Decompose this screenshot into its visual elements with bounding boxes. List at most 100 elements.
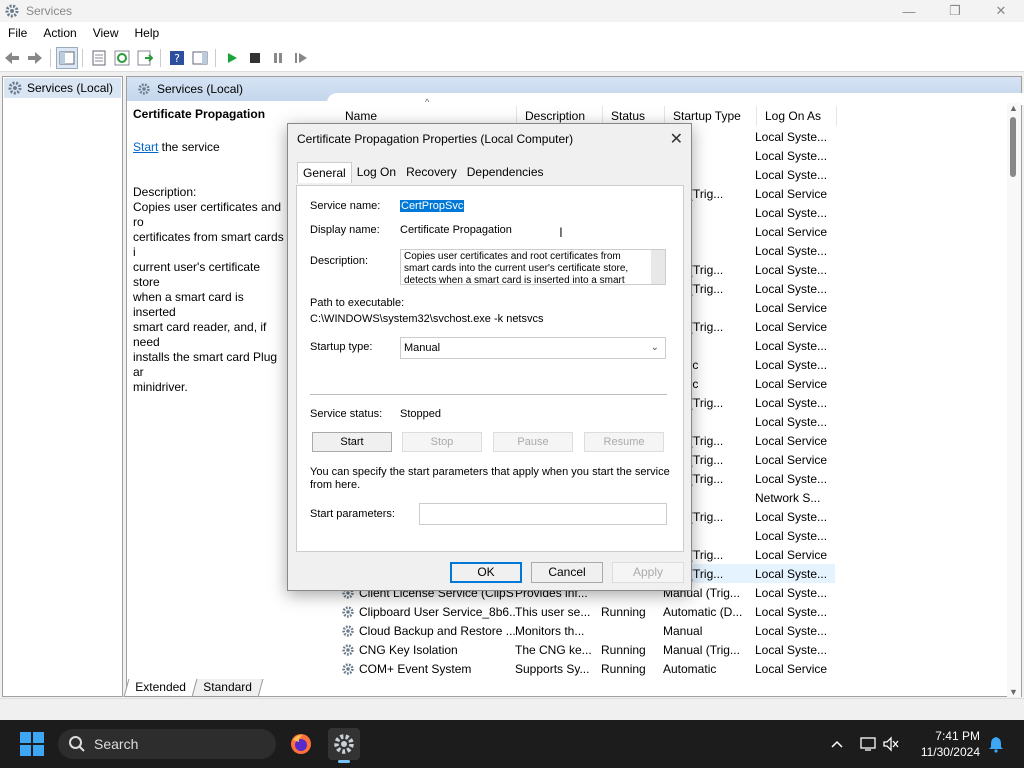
minimize-button[interactable]: — <box>886 0 932 22</box>
refresh-button[interactable] <box>111 47 133 69</box>
network-icon <box>860 737 876 751</box>
start-service-link[interactable]: Start <box>133 140 158 154</box>
forward-button[interactable] <box>24 47 46 69</box>
log-on-as-cell: Local Service <box>755 661 828 676</box>
properties-button[interactable] <box>88 47 110 69</box>
start-parameters-input[interactable] <box>419 503 667 525</box>
menu-view[interactable]: View <box>85 26 127 40</box>
display-name-field[interactable]: Certificate Propagation <box>400 224 512 236</box>
log-on-as-cell: Local Syste... <box>755 357 828 372</box>
ok-button[interactable]: OK <box>450 562 522 583</box>
column-header-log-on-as[interactable]: Log On As <box>757 106 837 126</box>
resume-button[interactable]: Resume <box>584 432 664 452</box>
service-name-cell: CNG Key Isolation <box>359 642 458 657</box>
taskbar: Search 7:41 PM 11/30/2024 <box>0 720 1024 768</box>
description-cell: Monitors th... <box>515 623 585 638</box>
tab-standard-label: Standard <box>202 680 252 694</box>
log-on-as-cell: Local Syste... <box>755 528 828 543</box>
tab-extended[interactable]: Extended <box>123 679 198 697</box>
table-row[interactable]: Cloud Backup and Restore ... Monitors th.… <box>341 621 835 640</box>
description-line: smart card reader, and, if need <box>133 320 267 349</box>
service-name-cell: COM+ Event System <box>359 661 472 676</box>
startup-type-cell: Manual <box>663 623 703 638</box>
back-button[interactable] <box>1 47 23 69</box>
service-gear-icon <box>342 624 354 637</box>
log-on-as-cell: Local Syste... <box>755 281 828 296</box>
help-button[interactable]: ? <box>166 47 188 69</box>
log-on-as-cell: Local Syste... <box>755 509 828 524</box>
search-placeholder: Search <box>94 736 139 752</box>
network-volume-tray[interactable] <box>860 720 900 768</box>
show-hide-action-pane-button[interactable] <box>189 47 211 69</box>
scroll-down-arrow-icon[interactable]: ▼ <box>1009 687 1018 697</box>
log-on-as-cell: Local Service <box>755 547 828 562</box>
cancel-button[interactable]: Cancel <box>531 562 603 583</box>
log-on-as-cell: Local Syste... <box>755 395 828 410</box>
path-label: Path to executable: <box>310 297 405 309</box>
show-hidden-icons-button[interactable] <box>830 720 844 768</box>
firefox-taskbar-button[interactable] <box>285 728 317 760</box>
table-row[interactable]: Clipboard User Service_8b6... This user s… <box>341 602 835 621</box>
tab-recovery[interactable]: Recovery <box>401 162 462 183</box>
service-gear-icon <box>342 605 354 618</box>
svg-text:?: ? <box>174 52 180 65</box>
status-cell: Running <box>601 604 646 619</box>
description-line: certificates from smart cards i <box>133 230 284 259</box>
export-list-button[interactable] <box>134 47 156 69</box>
log-on-as-cell: Local Syste... <box>755 623 828 638</box>
menu-action[interactable]: Action <box>35 26 84 40</box>
start-button-windows-icon[interactable] <box>20 732 44 756</box>
maximize-button[interactable]: ❐ <box>932 0 978 22</box>
volume-muted-icon <box>883 736 899 752</box>
menu-file[interactable]: File <box>0 26 35 40</box>
restart-service-button[interactable] <box>290 47 312 69</box>
pause-button[interactable]: Pause <box>493 432 573 452</box>
stop-icon <box>250 52 260 63</box>
stop-button[interactable]: Stop <box>402 432 482 452</box>
description-textbox[interactable]: Copies user certificates and root certif… <box>400 249 666 285</box>
tab-standard[interactable]: Standard <box>191 679 263 697</box>
taskbar-clock[interactable]: 7:41 PM 11/30/2024 <box>921 728 980 760</box>
clock-time: 7:41 PM <box>935 729 980 743</box>
scroll-up-arrow-icon[interactable]: ▲ <box>1009 103 1018 113</box>
log-on-as-cell: Local Syste... <box>755 585 828 600</box>
log-on-as-cell: Local Syste... <box>755 338 828 353</box>
services-gear-icon <box>5 4 19 18</box>
services-taskbar-button[interactable] <box>328 728 360 763</box>
dialog-title: Certificate Propagation Properties (Loca… <box>297 132 574 146</box>
start-service-button[interactable] <box>221 47 243 69</box>
toolbar-separator <box>82 48 83 67</box>
tab-dependencies[interactable]: Dependencies <box>462 162 549 183</box>
description-label: Description: <box>133 185 197 199</box>
vertical-scrollbar[interactable]: ▲ ▼ <box>1007 103 1021 697</box>
close-button[interactable]: ✕ <box>978 0 1024 22</box>
text-cursor-icon: I <box>559 224 563 240</box>
dialog-close-button[interactable]: ✕ <box>670 129 683 149</box>
description-scrollbar[interactable] <box>651 250 665 284</box>
tab-general[interactable]: General <box>297 162 352 183</box>
pause-service-button[interactable] <box>267 47 289 69</box>
description-line: Copies user certificates and ro <box>133 200 282 229</box>
table-row[interactable]: COM+ Event System Supports Sy... Running Au… <box>341 659 835 678</box>
refresh-icon <box>114 50 130 65</box>
services-gear-icon <box>138 83 150 95</box>
tree-item-services-local[interactable]: Services (Local) <box>4 78 121 98</box>
tab-log-on[interactable]: Log On <box>352 162 401 183</box>
scrollbar-thumb[interactable] <box>1010 117 1016 177</box>
toolbar-separator <box>215 48 216 67</box>
table-row[interactable]: CNG Key Isolation The CNG ke... Running Man… <box>341 640 835 659</box>
start-button[interactable]: Start <box>312 432 392 452</box>
menu-help[interactable]: Help <box>127 26 168 40</box>
stop-service-button[interactable] <box>244 47 266 69</box>
service-name-value[interactable]: CertPropSvc <box>400 200 465 212</box>
tree-item-label: Services (Local) <box>27 81 114 95</box>
startup-type-select[interactable]: Manual ⌄ <box>400 337 666 359</box>
log-on-as-cell: Local Service <box>755 376 828 391</box>
service-name-label: Service name: <box>310 200 381 212</box>
toolbar-separator <box>160 48 161 67</box>
taskbar-search[interactable]: Search <box>58 729 276 759</box>
clock-date: 11/30/2024 <box>920 745 980 759</box>
show-hide-console-tree-button[interactable] <box>56 46 78 69</box>
apply-button[interactable]: Apply <box>612 562 684 583</box>
notifications-button[interactable] <box>988 720 1004 768</box>
